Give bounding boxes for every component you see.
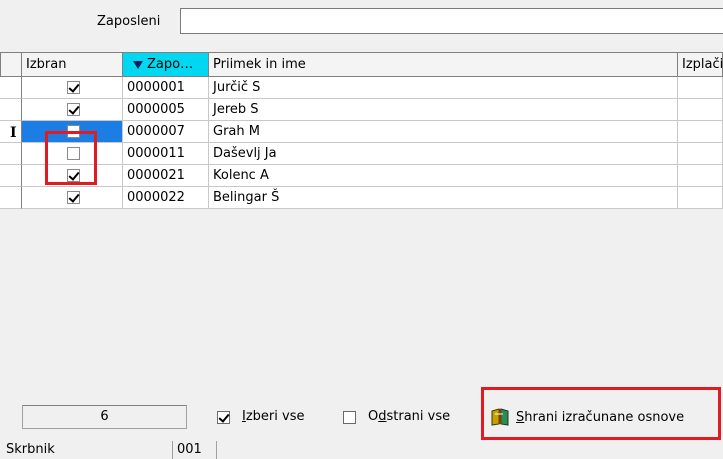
- cell-izbran[interactable]: [22, 77, 123, 99]
- select-all-checkbox[interactable]: [217, 410, 230, 424]
- remove-all-label: Odstrani vse: [368, 409, 451, 424]
- highlight-save-button: [481, 387, 721, 440]
- table-row[interactable]: 0000021 Kolenc A: [0, 165, 723, 187]
- table-row[interactable]: 0000011 Daševlj Ja: [0, 143, 723, 165]
- cell-name: Kolenc A: [209, 165, 678, 187]
- cell-name: Grah M: [209, 121, 678, 143]
- employees-grid: Izbran Zapo… Priimek in ime Izplači 0000…: [0, 52, 723, 382]
- cell-izplacilo: [678, 99, 723, 121]
- cell-izplacilo: [678, 143, 723, 165]
- row-indicator[interactable]: [0, 165, 22, 187]
- table-row[interactable]: 0000022 Belingar Š: [0, 187, 723, 209]
- cell-name: Jurčič S: [209, 77, 678, 99]
- cell-name: Jereb S: [209, 99, 678, 121]
- cell-izplacilo: [678, 121, 723, 143]
- header-priimek-ime[interactable]: Priimek in ime: [209, 52, 678, 77]
- selected-count: 6: [22, 405, 187, 429]
- cell-izplacilo: [678, 187, 723, 209]
- remove-all-toggle[interactable]: Odstrani vse: [343, 406, 450, 428]
- row-indicator[interactable]: [0, 187, 22, 209]
- row-indicator[interactable]: [0, 77, 22, 99]
- cell-name: Belingar Š: [209, 187, 678, 209]
- header-izplacilo[interactable]: Izplači: [678, 52, 723, 77]
- row-select-checkbox[interactable]: [67, 191, 80, 204]
- header-izbran[interactable]: Izbran: [22, 52, 123, 77]
- cell-code: 0000007: [123, 121, 209, 143]
- status-user-code: 001: [172, 441, 217, 459]
- row-indicator[interactable]: [0, 99, 22, 121]
- current-row-cursor-icon: I: [10, 125, 17, 141]
- cell-izplacilo: [678, 165, 723, 187]
- header-zaposleni-code[interactable]: Zapo…: [123, 52, 209, 77]
- employees-filter-input[interactable]: [180, 8, 723, 34]
- row-select-checkbox[interactable]: [67, 81, 80, 94]
- cell-name: Daševlj Ja: [209, 143, 678, 165]
- select-all-label: Izberi vse: [242, 409, 305, 424]
- table-row[interactable]: I 0000007 Grah M: [0, 121, 723, 143]
- table-row[interactable]: 0000005 Jereb S: [0, 99, 723, 121]
- cell-izbran[interactable]: [22, 187, 123, 209]
- select-all-toggle[interactable]: Izberi vse: [217, 406, 304, 428]
- row-select-checkbox[interactable]: [67, 103, 80, 116]
- status-user-label: Skrbnik: [6, 442, 55, 457]
- cell-izplacilo: [678, 77, 723, 99]
- row-indicator[interactable]: I: [0, 121, 22, 143]
- table-row[interactable]: 0000001 Jurčič S: [0, 77, 723, 99]
- cell-code: 0000022: [123, 187, 209, 209]
- cell-code: 0000005: [123, 99, 209, 121]
- highlight-unchecked-checkboxes: [45, 131, 97, 185]
- cell-code: 0000021: [123, 165, 209, 187]
- cell-code: 0000001: [123, 77, 209, 99]
- remove-all-checkbox[interactable]: [343, 410, 356, 424]
- row-indicator[interactable]: [0, 143, 22, 165]
- row-indicator-header: [0, 52, 22, 77]
- header-zaposleni-code-label: Zapo…: [147, 57, 194, 72]
- cell-izbran[interactable]: [22, 99, 123, 121]
- employees-filter-label: Zaposleni: [97, 14, 161, 29]
- sort-desc-icon: [133, 60, 143, 69]
- cell-code: 0000011: [123, 143, 209, 165]
